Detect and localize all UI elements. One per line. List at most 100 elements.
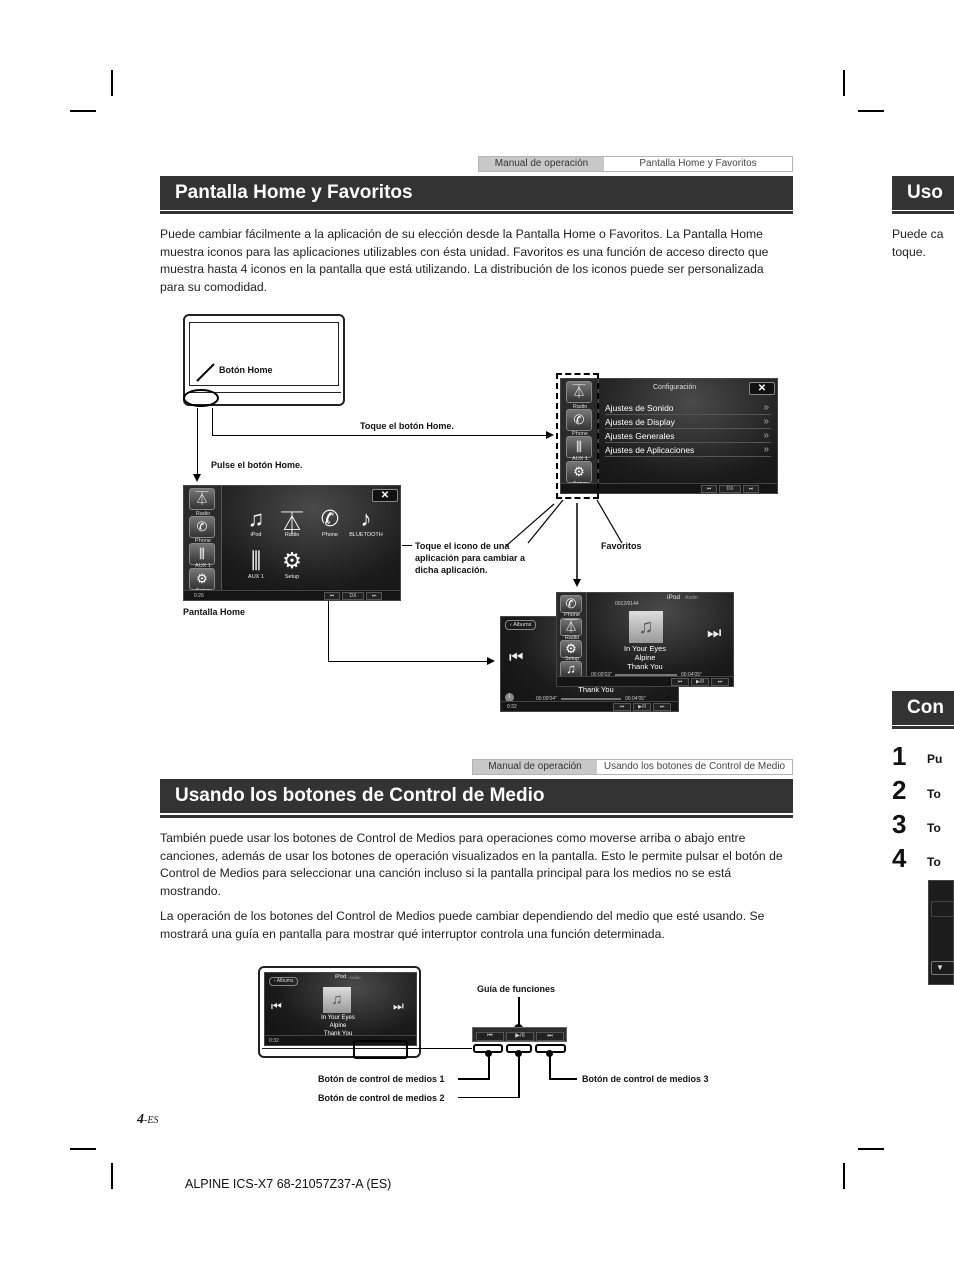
chevron-right-icon: » [763, 430, 769, 441]
pointer-line [518, 1054, 520, 1098]
page-number-value: 4 [137, 1112, 144, 1127]
next-track-icon[interactable]: ⏭ [393, 999, 404, 1014]
media-control-highlight [353, 1040, 408, 1059]
prev-icon[interactable]: ⏮ [324, 592, 340, 600]
clock: 0:26 [194, 593, 204, 599]
pointer-line [549, 1078, 577, 1080]
prev-icon[interactable]: ⏮ [613, 703, 631, 711]
app-label: Phone [322, 532, 338, 538]
app-label: BLUETOOTH [349, 532, 383, 538]
ipod-app-icon[interactable]: ♫ [236, 506, 276, 532]
document-code: ALPINE ICS-X7 68-21057Z37-A (ES) [185, 1177, 392, 1191]
menu-item[interactable]: Ajustes de Sonido » [605, 401, 771, 415]
label-home-screen: Pantalla Home [183, 607, 246, 617]
chevron-right-icon: » [763, 402, 769, 413]
fav-radio-icon[interactable]: ⏄ [189, 488, 215, 510]
fav-radio-icon[interactable]: ⏄ [560, 618, 582, 636]
crop-mark [70, 110, 96, 112]
next-icon[interactable]: ⏭ [743, 485, 759, 493]
label-media-button-2: Botón de control de medios 2 [318, 1093, 445, 1103]
play-pause-icon[interactable]: ▶/II [633, 703, 651, 711]
arrow-line [212, 435, 548, 436]
arrow-line [212, 408, 213, 436]
device-screen [189, 322, 339, 386]
seek-label: DX SEEK [719, 485, 741, 493]
right-section-title: Uso [892, 176, 954, 210]
source-name: iPod [335, 974, 347, 980]
prev-icon[interactable]: ⏮ [701, 485, 717, 493]
breadcrumb-topic: Pantalla Home y Favoritos [604, 157, 792, 171]
close-button[interactable]: ✕ [749, 382, 775, 395]
prev-track-icon[interactable]: ⏮ [509, 649, 523, 667]
step-number: 3 [892, 809, 907, 839]
crop-mark [858, 110, 884, 112]
back-label: Albums [513, 622, 532, 628]
guide-next-icon: ⏭ [536, 1032, 564, 1041]
arrow-head-down [193, 474, 201, 482]
phone-app-icon[interactable]: ✆ [310, 506, 350, 532]
section-title: Usando los botones de Control de Medio [160, 779, 793, 813]
fav-phone-icon[interactable]: ✆ [189, 516, 215, 538]
menu-item-label: Ajustes de Display [605, 417, 675, 427]
album-art: ♫ [323, 987, 351, 1013]
section-rule [160, 211, 793, 214]
progress-bar[interactable] [561, 698, 621, 700]
song-title: In Your Eyes [321, 1015, 355, 1021]
albums-back-button[interactable]: ‹ Albums [269, 977, 299, 986]
next-track-icon[interactable]: ⏭ [707, 625, 721, 643]
next-icon[interactable]: ⏭ [711, 678, 729, 686]
track-count: 0012/0144 [615, 601, 639, 607]
head-unit-drawing [183, 314, 345, 407]
play-pause-icon[interactable]: ▶/II [691, 678, 709, 686]
label-guide: Guía de funciones [477, 984, 556, 994]
close-button[interactable]: ✕ [372, 489, 398, 502]
home-button-circle[interactable] [183, 389, 219, 407]
home-screen: ⏄ Radio ✆ Phone ⫼ AUX 1 ⚙ Setup ✕ ♫ iPod… [183, 485, 401, 601]
bluetooth-app-icon[interactable]: ♪ [346, 506, 386, 532]
label-media-button-1: Botón de control de medios 1 [318, 1074, 445, 1084]
media-screen: ‹ Albums iPod Audio ♫ ⏮ ⏭ In Your Eyes A… [264, 972, 417, 1046]
artist-name: Alpine [329, 1023, 347, 1029]
label-press-home: Pulse el botón Home. [211, 460, 303, 470]
prev-icon[interactable]: ⏮ [671, 678, 689, 686]
pointer-line [518, 997, 520, 1027]
section-rule [160, 815, 793, 818]
breadcrumb-topic: Usando los botones de Control de Medio [597, 760, 792, 774]
menu-item[interactable]: Ajustes Generales » [605, 429, 771, 443]
status-bar: 0:26 ⏮ DX SEEK ⏭ [184, 590, 400, 600]
album-art: ♫ [629, 611, 663, 643]
menu-item[interactable]: Ajustes de Display » [605, 415, 771, 429]
label-media-button-3: Botón de control de medios 3 [582, 1074, 709, 1084]
prev-track-icon[interactable]: ⏮ [271, 999, 282, 1014]
ipod-screen-front: ✆ Phone ⏄ Radio ⚙ Setup ♫ iPod iPod Audi… [556, 592, 734, 687]
albums-back-button[interactable]: ‹ Albums [505, 620, 537, 630]
chevron-right-icon: » [763, 444, 769, 455]
crop-mark [111, 1163, 113, 1189]
menu-item-label: Ajustes de Aplicaciones [605, 445, 695, 455]
right-paragraph-line: Puede ca [892, 227, 944, 241]
aux-app-icon[interactable]: ⫼ [236, 548, 276, 574]
pointer-line [402, 545, 412, 546]
next-icon[interactable]: ⏭ [366, 592, 382, 600]
next-icon[interactable]: ⏭ [653, 703, 671, 711]
label-favorites: Favoritos [601, 541, 642, 551]
fav-phone-icon[interactable]: ✆ [560, 595, 582, 613]
label-touch-home: Toque el botón Home. [360, 421, 454, 431]
arrow-line [328, 601, 329, 662]
chevron-right-icon: » [763, 416, 769, 427]
pointer-line [505, 503, 555, 547]
step-number: 1 [892, 741, 907, 771]
pointer-line [488, 1054, 490, 1079]
right-section-title-text: Con [907, 697, 944, 718]
setup-app-icon[interactable]: ⚙ [272, 548, 312, 574]
menu-item[interactable]: Ajustes de Aplicaciones » [605, 443, 771, 457]
section-rule [892, 726, 954, 729]
step-number: 4 [892, 843, 907, 873]
fav-aux-icon[interactable]: ⫼ [189, 543, 215, 565]
app-label: Radio [284, 532, 300, 538]
fav-ipod-icon[interactable]: ♫ [560, 661, 582, 677]
fav-setup-icon[interactable]: ⚙ [189, 568, 215, 590]
status-bar: ⏮ ▶/II ⏭ [557, 676, 733, 686]
config-title: Configuración [653, 384, 697, 391]
artist-name: Alpine [634, 653, 656, 662]
